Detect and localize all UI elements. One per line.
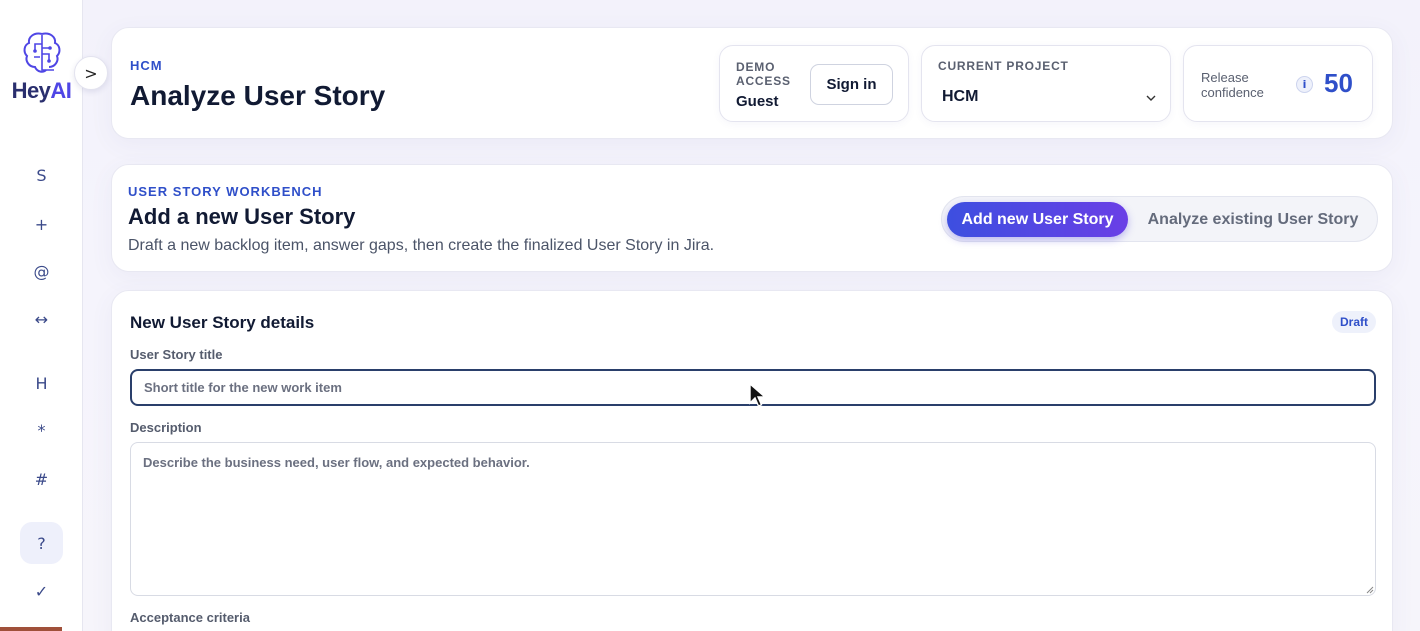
acceptance-criteria-label: Acceptance criteria [130,610,250,625]
sidebar-footer-bar [0,627,62,631]
mouse-cursor-icon [749,383,767,407]
details-card: New User Story details Draft User Story … [111,290,1393,631]
page-title: Analyze User Story [130,80,386,111]
project-select[interactable]: HCM [938,82,1156,112]
add-new-user-story-tab[interactable]: Add new User Story [947,202,1128,237]
swap-arrows-icon: ↔ [34,309,49,329]
release-confidence-label: Release confidence [1201,70,1264,100]
demo-access-label: DEMO ACCESS [736,60,791,88]
chevron-down-icon [1146,91,1156,104]
sidebar-item-check[interactable]: ✓ [20,570,63,612]
analyze-existing-user-story-tab[interactable]: Analyze existing User Story [1138,202,1368,237]
mode-toggle: Add new User Story Analyze existing User… [941,196,1378,242]
release-confidence-card: Release confidence i 50 [1183,45,1373,122]
sidebar-item-hash[interactable]: # [20,458,63,500]
workbench-description: Draft a new backlog item, answer gaps, t… [128,237,715,254]
description-textarea[interactable] [130,442,1376,596]
nav-h-icon: H [35,373,48,393]
current-project-card: CURRENT PROJECT HCM [921,45,1171,122]
help-icon: ? [37,533,46,553]
details-title: New User Story details [130,313,315,332]
demo-access-card: DEMO ACCESS Guest Sign in [719,45,909,122]
brain-circuit-icon [23,32,60,73]
sidebar-item-s[interactable]: S [20,154,63,196]
at-icon: @ [33,261,50,281]
workbench-title: Add a new User Story [128,204,356,229]
chevron-right-icon: > [84,63,98,83]
release-confidence-value: 50 [1324,68,1353,98]
title-field-label: User Story title [130,347,223,362]
logo-text: HeyAI [0,78,83,104]
sidebar-item-star[interactable]: * [20,409,63,451]
nav-s-icon: S [36,165,47,185]
plus-icon: + [34,214,49,234]
sidebar-item-swap[interactable]: ↔ [20,298,63,340]
current-project-label: CURRENT PROJECT [938,59,1069,73]
info-icon[interactable]: i [1296,76,1313,93]
description-field-label: Description [130,420,202,435]
check-icon: ✓ [34,581,49,601]
hash-icon: # [34,469,49,489]
asterisk-icon: * [37,420,46,440]
sidebar-collapse-button[interactable]: > [74,56,108,90]
sidebar-item-plus[interactable]: + [20,203,63,245]
header-eyebrow: HCM [130,58,163,73]
sidebar-item-at[interactable]: @ [20,250,63,292]
demo-user: Guest [736,93,779,110]
workbench-eyebrow: USER STORY WORKBENCH [128,184,323,199]
status-badge: Draft [1331,311,1376,333]
resize-grip-icon[interactable] [1364,584,1374,594]
project-select-value: HCM [942,88,979,105]
logo-text-main: Hey [11,78,51,103]
sidebar-item-h[interactable]: H [20,362,63,404]
workbench-card: USER STORY WORKBENCH Add a new User Stor… [111,164,1393,272]
logo[interactable]: HeyAI [0,30,83,104]
header-card: HCM Analyze User Story DEMO ACCESS Guest… [111,27,1393,139]
sign-in-button[interactable]: Sign in [810,64,893,105]
sidebar-item-help[interactable]: ? [20,522,63,564]
logo-text-accent: AI [50,78,72,103]
sidebar: HeyAI S + @ ↔ H * # ? ✓ [0,0,83,631]
